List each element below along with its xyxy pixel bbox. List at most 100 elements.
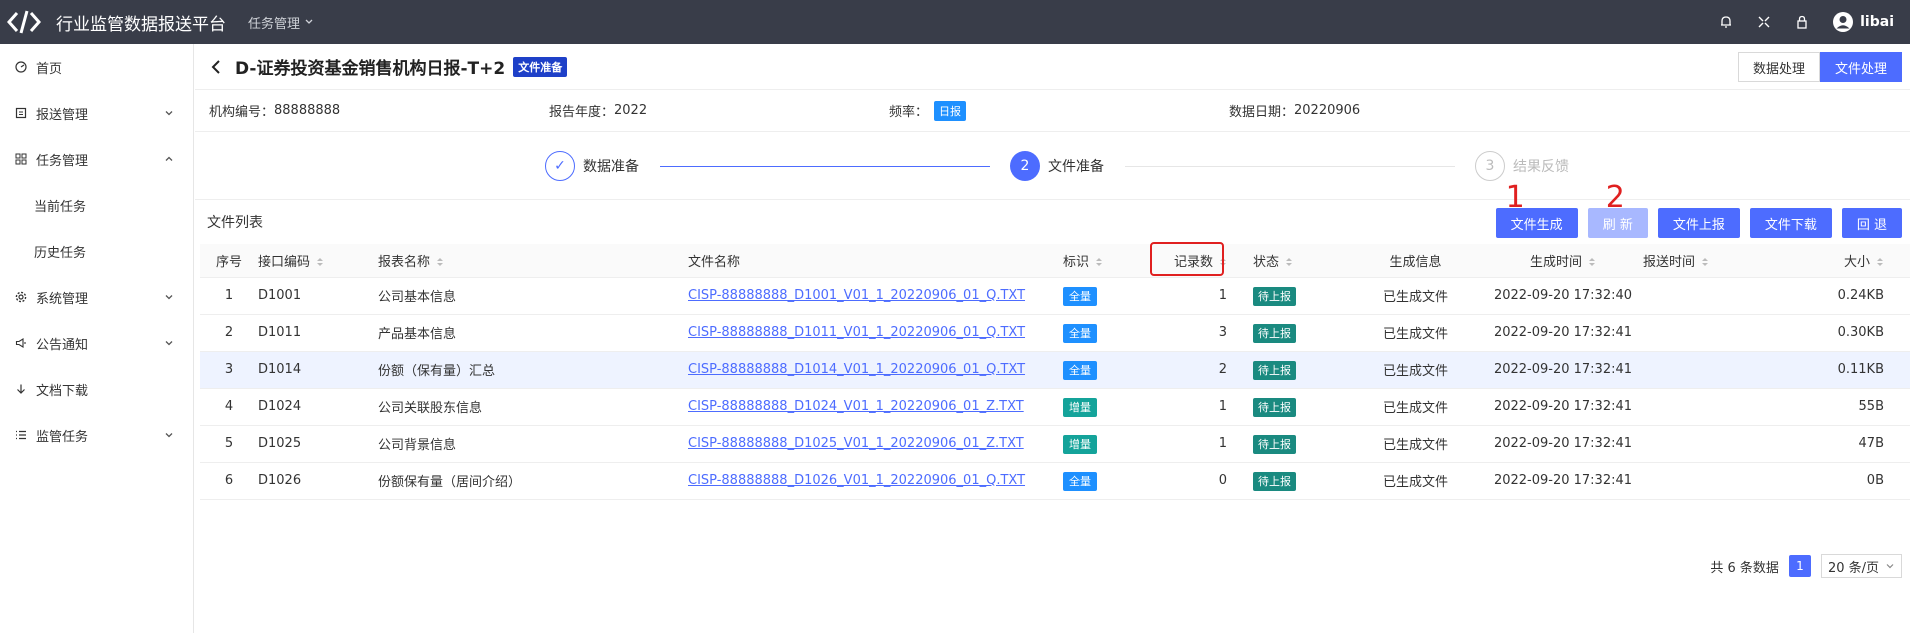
list-icon xyxy=(14,428,28,442)
cell-text: 公司背景信息 xyxy=(378,438,457,453)
bell-icon[interactable] xyxy=(1718,14,1734,30)
year-info: 报告年度： 2022 xyxy=(549,101,889,120)
status-badge: 待上报 xyxy=(1253,323,1296,343)
sort-icon[interactable] xyxy=(316,256,324,268)
table-cell: 已生成文件 xyxy=(1348,388,1483,426)
file-name-link[interactable]: CISP-88888888_D1011_V01_1_20220906_01_Q.… xyxy=(688,325,1025,340)
cell-text: 0 xyxy=(1218,473,1227,488)
table-row[interactable]: 6 D1026 份额保有量（居间介绍） CISP-88888888_D1026_V01… xyxy=(200,462,1910,500)
page-title: D-证券投资基金销售机构日报-T+2 xyxy=(235,59,506,79)
step-number: 2 xyxy=(1010,151,1040,181)
table-cell: 5 xyxy=(200,425,258,463)
file-name-link[interactable]: CISP-88888888_D1026_V01_1_20220906_01_Q.… xyxy=(688,473,1025,488)
table-row[interactable]: 4 D1024 公司关联股东信息 CISP-88888888_D1024_V01_1_… xyxy=(200,388,1910,426)
cell-text: D1014 xyxy=(258,362,302,377)
column-header[interactable]: 接口编码 xyxy=(258,244,378,278)
download-file-button[interactable]: 文件下载 xyxy=(1749,208,1832,238)
table-cell: 全量 xyxy=(1063,351,1163,389)
cell-text: 2022-09-20 17:32:41 xyxy=(1493,325,1633,340)
sort-icon[interactable] xyxy=(1701,256,1709,268)
column-header[interactable]: 报送时间 xyxy=(1643,244,1778,278)
cell-text: 已生成文件 xyxy=(1382,401,1448,416)
sidebar-item-system-management[interactable]: 系统管理 xyxy=(0,274,193,320)
title-row: D-证券投资基金销售机构日报-T+2 文件准备 数据处理 文件处理 xyxy=(195,44,1910,90)
column-header[interactable]: 标识 xyxy=(1063,244,1163,278)
table-cell: 2 xyxy=(1163,351,1253,389)
table-cell: 待上报 xyxy=(1253,351,1348,389)
back-arrow-icon[interactable] xyxy=(209,59,225,75)
table-cell: 待上报 xyxy=(1253,314,1348,352)
file-name-link[interactable]: CISP-88888888_D1001_V01_1_20220906_01_Q.… xyxy=(688,288,1025,303)
top-menu-task-management[interactable]: 任务管理 xyxy=(248,13,314,32)
table-cell: D1011 xyxy=(258,314,378,352)
sidebar-item-regulatory-tasks[interactable]: 监管任务 xyxy=(0,412,193,458)
file-name-link[interactable]: CISP-88888888_D1014_V01_1_20220906_01_Q.… xyxy=(688,362,1025,377)
sort-icon[interactable] xyxy=(1095,256,1103,268)
cell-text: 0B xyxy=(1866,473,1884,488)
date-value: 20220906 xyxy=(1294,103,1361,118)
page-size-select[interactable]: 20 条/页 xyxy=(1820,554,1902,578)
cell-text: 47B xyxy=(1858,436,1884,451)
table-cell: 3 xyxy=(200,351,258,389)
cell-text: 2 xyxy=(224,325,234,340)
table-cell: 全量 xyxy=(1063,462,1163,500)
rollback-button[interactable]: 回 退 xyxy=(1841,208,1902,238)
sidebar-item-label: 文档下载 xyxy=(36,383,89,399)
column-header: 生成信息 xyxy=(1348,244,1483,278)
table-cell: 待上报 xyxy=(1253,277,1348,315)
column-header-label: 大小 xyxy=(1843,254,1870,270)
cell-text: 公司基本信息 xyxy=(378,290,457,305)
table-row[interactable]: 3 D1014 份额（保有量）汇总 CISP-88888888_D1014_V01_1… xyxy=(200,351,1910,389)
cell-text: D1026 xyxy=(258,473,302,488)
highlight-box-record-count xyxy=(1150,242,1224,276)
table-cell: 0.11KB xyxy=(1778,351,1910,389)
table-cell xyxy=(1643,351,1778,389)
data-processing-button[interactable]: 数据处理 xyxy=(1737,52,1820,82)
user-menu[interactable]: libai xyxy=(1832,11,1894,33)
cell-text: 2022-09-20 17:32:41 xyxy=(1493,436,1633,451)
cell-text: 3 xyxy=(1218,325,1227,340)
table-cell: 待上报 xyxy=(1253,388,1348,426)
org-info: 机构编号： 88888888 xyxy=(209,101,549,120)
sidebar-item-document-download[interactable]: 文档下载 xyxy=(0,366,193,412)
sort-icon[interactable] xyxy=(1588,256,1596,268)
code-logo-icon[interactable] xyxy=(2,0,46,44)
sidebar-item-home[interactable]: 首页 xyxy=(0,44,193,90)
cell-text: D1025 xyxy=(258,436,302,451)
page-number-button[interactable]: 1 xyxy=(1788,555,1811,577)
lock-icon[interactable] xyxy=(1794,14,1810,30)
info-row: 机构编号： 88888888 报告年度： 2022 频率： 日报 数据日期： 2… xyxy=(195,90,1910,132)
generate-file-button[interactable]: 1 文件生成 xyxy=(1495,180,1578,238)
column-header[interactable]: 报表名称 xyxy=(378,244,688,278)
step-file-preparation: 2 文件准备 xyxy=(1010,151,1104,181)
sidebar-item-task-management[interactable]: 任务管理 xyxy=(0,136,193,182)
upload-file-button[interactable]: 文件上报 xyxy=(1657,208,1740,238)
table-row[interactable]: 2 D1011 产品基本信息 CISP-88888888_D1011_V01_1_20… xyxy=(200,314,1910,352)
chevron-down-icon xyxy=(165,433,173,438)
table-row[interactable]: 1 D1001 公司基本信息 CISP-88888888_D1001_V01_1_20… xyxy=(200,277,1910,315)
table-cell: 待上报 xyxy=(1253,462,1348,500)
date-info: 数据日期： 20220906 xyxy=(1229,101,1360,120)
mode-toggle: 数据处理 文件处理 xyxy=(1737,52,1902,82)
table-cell: 份额保有量（居间介绍） xyxy=(378,462,688,500)
cell-text: 2022-09-20 17:32:41 xyxy=(1493,399,1633,414)
sort-icon[interactable] xyxy=(1876,256,1884,268)
sidebar-item-history-tasks[interactable]: 历史任务 xyxy=(0,228,193,274)
table-row[interactable]: 5 D1025 公司背景信息 CISP-88888888_D1025_V01_1_20… xyxy=(200,425,1910,463)
column-header[interactable]: 生成时间 xyxy=(1483,244,1643,278)
column-header[interactable]: 状态 xyxy=(1253,244,1348,278)
sidebar-item-current-tasks[interactable]: 当前任务 xyxy=(0,182,193,228)
sort-icon[interactable] xyxy=(1285,256,1293,268)
column-header[interactable]: 大小 xyxy=(1778,244,1910,278)
refresh-button[interactable]: 2 刷 新 xyxy=(1587,180,1648,238)
file-name-link[interactable]: CISP-88888888_D1025_V01_1_20220906_01_Z.… xyxy=(688,436,1024,451)
file-name-link[interactable]: CISP-88888888_D1024_V01_1_20220906_01_Z.… xyxy=(688,399,1024,414)
table-cell: 1 xyxy=(200,277,258,315)
top-bar: 行业监管数据报送平台 任务管理 libai xyxy=(0,0,1910,44)
sidebar-item-announcements[interactable]: 公告通知 xyxy=(0,320,193,366)
sidebar-item-report-management[interactable]: 报送管理 xyxy=(0,90,193,136)
sort-icon[interactable] xyxy=(436,256,444,268)
year-label: 报告年度： xyxy=(549,105,615,120)
fullscreen-icon[interactable] xyxy=(1756,14,1772,30)
file-processing-button[interactable]: 文件处理 xyxy=(1819,52,1902,82)
